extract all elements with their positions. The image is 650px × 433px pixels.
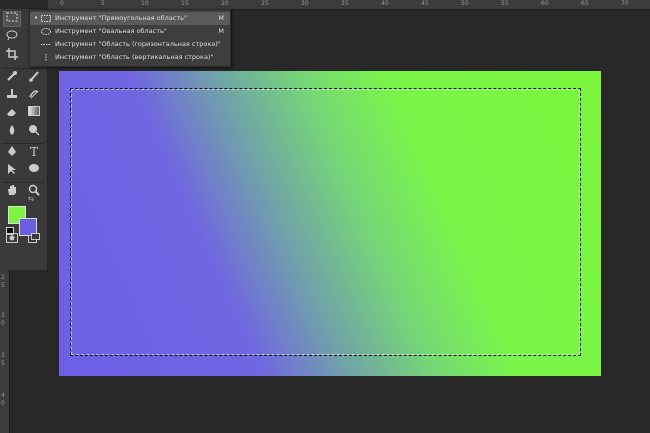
eraser-tool-button[interactable] [4, 106, 20, 120]
ruler-label: 25 [261, 0, 269, 7]
lasso-icon [6, 30, 18, 41]
single-column-marquee-icon [45, 54, 47, 61]
crop-tool-button[interactable] [4, 48, 20, 62]
ruler-label: 4 [1, 392, 5, 399]
menu-item-label: Инструмент "Овальная область" [55, 27, 167, 35]
menu-item-label: Инструмент "Прямоугольная область" [55, 14, 187, 22]
vertical-ruler: 2 5 3 0 3 5 4 0 [0, 270, 10, 433]
selected-bullet-icon: • [33, 14, 39, 22]
lasso-tool-button[interactable] [4, 30, 20, 44]
ruler-label: 5 [1, 282, 5, 289]
ruler-label: 0 [1, 320, 5, 327]
ruler-label: 35 [341, 0, 349, 7]
crop-icon [6, 48, 18, 60]
pen-icon [8, 146, 16, 156]
stamp-icon [7, 89, 17, 98]
eyedropper-tool-button[interactable] [4, 70, 20, 84]
arrow-cursor-icon [8, 164, 16, 174]
ruler-label: 40 [381, 0, 389, 7]
hand-icon [8, 185, 16, 195]
rect-marquee-icon [6, 12, 18, 22]
menu-item-label: Инструмент "Область (вертикальная строка… [55, 53, 214, 61]
type-tool-button[interactable]: T [26, 145, 42, 159]
ruler-label: 65 [581, 0, 589, 7]
menu-item-shortcut: M [218, 27, 224, 35]
blur-icon [9, 125, 15, 135]
marquee-tool-button[interactable] [3, 11, 21, 27]
type-icon: T [29, 145, 38, 159]
ruler-label: 30 [301, 0, 309, 7]
menu-item-single-row-marquee[interactable]: Инструмент "Область (горизонтальная стро… [30, 38, 230, 51]
ruler-label: 5 [101, 0, 105, 7]
menu-item-elliptical-marquee[interactable]: Инструмент "Овальная область" M [30, 25, 230, 38]
ruler-label: 15 [181, 0, 189, 7]
hand-tool-button[interactable] [4, 184, 20, 198]
ellipse-shape-icon [29, 164, 39, 172]
dodge-icon [29, 125, 40, 136]
pen-tool-button[interactable] [4, 145, 20, 159]
ruler-label: 20 [221, 0, 229, 7]
screen-mode-icon [28, 233, 40, 243]
gradient-tool-button[interactable] [26, 106, 42, 120]
ruler-label: 60 [541, 0, 549, 7]
marquee-tools-flyout-menu: • Инструмент "Прямоугольная область" M И… [29, 9, 231, 67]
ruler-label: 3 [1, 352, 5, 359]
ruler-label: 45 [421, 0, 429, 7]
eyedropper-icon [7, 71, 17, 81]
menu-item-rectangular-marquee[interactable]: • Инструмент "Прямоугольная область" M [30, 12, 230, 25]
ruler-label: 0 [1, 400, 5, 407]
menu-item-single-column-marquee[interactable]: Инструмент "Область (вертикальная строка… [30, 51, 230, 64]
ruler-label: 50 [461, 0, 469, 7]
brush-tool-button[interactable] [26, 70, 42, 84]
ruler-label: 70 [621, 0, 629, 7]
dodge-tool-button[interactable] [26, 124, 42, 138]
gradient-icon [28, 106, 40, 116]
single-row-marquee-icon [41, 44, 51, 45]
selection-marquee[interactable] [70, 88, 581, 356]
screen-mode-button[interactable] [26, 233, 42, 247]
blur-tool-button[interactable] [4, 124, 20, 138]
clone-stamp-tool-button[interactable] [4, 88, 20, 102]
swap-colors-icon[interactable]: ⇆ [28, 195, 34, 203]
quick-mask-button[interactable] [4, 233, 20, 247]
path-selection-tool-button[interactable] [4, 163, 20, 177]
history-brush-icon [29, 90, 39, 99]
ruler-label: 10 [141, 0, 149, 7]
ellipse-marquee-icon [41, 28, 51, 35]
menu-item-shortcut: M [218, 14, 224, 22]
ruler-label: 2 [1, 274, 5, 281]
history-brush-tool-button[interactable] [26, 88, 42, 102]
menu-item-label: Инструмент "Область (горизонтальная стро… [55, 40, 221, 48]
rect-marquee-icon [41, 15, 51, 22]
ruler-label: 55 [501, 0, 509, 7]
ruler-label: 3 [1, 312, 5, 319]
brush-icon [29, 71, 39, 82]
quick-mask-icon [6, 233, 18, 243]
eraser-icon [7, 109, 16, 116]
shape-tool-button[interactable] [26, 163, 42, 177]
ruler-label: 5 [1, 360, 5, 367]
ruler-label: 0 [60, 0, 64, 7]
